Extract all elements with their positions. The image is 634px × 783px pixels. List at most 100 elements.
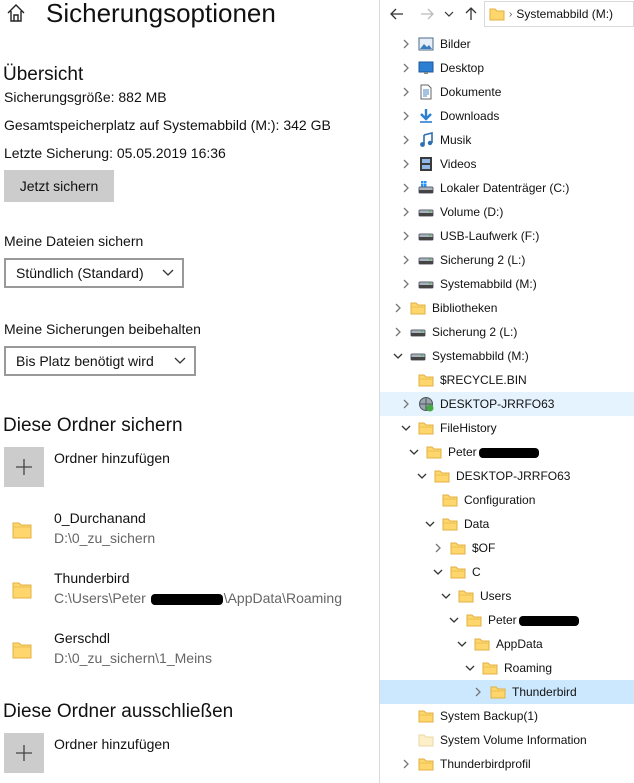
- plus-icon: [16, 745, 32, 761]
- forward-arrow-icon[interactable]: [420, 7, 434, 21]
- tree-item[interactable]: C: [380, 560, 634, 584]
- tree-item[interactable]: Bibliotheken: [380, 296, 634, 320]
- tree-item-text: $RECYCLE.BIN: [440, 373, 527, 387]
- chevron-right-icon[interactable]: [400, 110, 412, 122]
- add-exclude-folder-label[interactable]: Ordner hinzufügen: [54, 736, 170, 752]
- chevron-down-icon[interactable]: [400, 422, 412, 434]
- tree-item[interactable]: Roaming: [380, 656, 634, 680]
- chevron-right-icon[interactable]: [400, 182, 412, 194]
- tree-item[interactable]: FileHistory: [380, 416, 634, 440]
- chevron-down-icon[interactable]: [392, 350, 404, 362]
- tree-item[interactable]: USB-Laufwerk (F:): [380, 224, 634, 248]
- chevron-right-icon[interactable]: [392, 302, 404, 314]
- chevron-right-icon[interactable]: [400, 206, 412, 218]
- tree-item-label: Systemabbild (M:): [432, 349, 529, 363]
- chevron-right-icon[interactable]: [400, 86, 412, 98]
- tree-item[interactable]: Volume (D:): [380, 200, 634, 224]
- tree-item-label: AppData: [496, 637, 543, 651]
- chevron-right-icon[interactable]: [432, 542, 444, 554]
- overview-heading: Übersicht: [3, 64, 84, 85]
- tree-item[interactable]: System Volume Information: [380, 728, 634, 752]
- tree-item[interactable]: Thunderbird: [380, 680, 634, 704]
- chevron-down-icon[interactable]: [416, 470, 428, 482]
- chevron-right-icon[interactable]: [400, 278, 412, 290]
- address-bar[interactable]: › Systemabbild (M:): [484, 1, 634, 27]
- tree-item-label: Bibliotheken: [432, 301, 497, 315]
- tree-item[interactable]: Thunderbirdprofil: [380, 752, 634, 776]
- chevron-down-icon[interactable]: [448, 614, 460, 626]
- tree-item[interactable]: $OF: [380, 536, 634, 560]
- backup-options-panel: Sicherungsoptionen Übersicht Sicherungsg…: [0, 0, 379, 783]
- documents-icon: [420, 84, 432, 100]
- keep-backups-select[interactable]: Bis Platz benötigt wird: [4, 346, 196, 376]
- include-folder-item[interactable]: Thunderbird C:\Users\Peter \AppData\Roam…: [0, 568, 379, 612]
- chevron-down-icon[interactable]: [456, 638, 468, 650]
- tree-item[interactable]: Sicherung 2 (L:): [380, 320, 634, 344]
- chevron-right-icon[interactable]: [400, 758, 412, 770]
- tree-item[interactable]: Systemabbild (M:): [380, 272, 634, 296]
- tree-item[interactable]: DESKTOP-JRRFO63: [380, 464, 634, 488]
- tree-item[interactable]: Lokaler Datenträger (C:): [380, 176, 634, 200]
- chevron-right-icon[interactable]: [400, 134, 412, 146]
- tree-item[interactable]: Desktop: [380, 56, 634, 80]
- tree-item-text: Musik: [440, 133, 472, 147]
- tree-item[interactable]: Systemabbild (M:): [380, 344, 634, 368]
- chevron-down-icon[interactable]: [440, 590, 452, 602]
- chevron-right-icon[interactable]: [392, 326, 404, 338]
- chevron-down-icon[interactable]: [424, 518, 436, 530]
- redaction-mark: [150, 593, 223, 605]
- add-include-folder-label[interactable]: Ordner hinzufügen: [54, 450, 170, 466]
- back-arrow-icon[interactable]: [390, 7, 404, 21]
- chevron-right-icon[interactable]: [400, 158, 412, 170]
- chevron-right-icon[interactable]: [400, 230, 412, 242]
- tree-item[interactable]: Videos: [380, 152, 634, 176]
- backup-frequency-value: Stündlich (Standard): [16, 265, 144, 281]
- chevron-right-icon[interactable]: [472, 686, 484, 698]
- tree-item[interactable]: Musik: [380, 128, 634, 152]
- tree-item[interactable]: Sicherung 2 (L:): [380, 248, 634, 272]
- tree-item[interactable]: Peter: [380, 440, 634, 464]
- folder-light-icon: [418, 734, 434, 747]
- folder-icon: [12, 582, 32, 599]
- tree-item-label: Sicherung 2 (L:): [432, 325, 517, 339]
- include-folder-item[interactable]: 0_Durchanand D:\0_zu_sichern: [0, 508, 379, 552]
- add-include-folder-button[interactable]: [4, 447, 44, 487]
- backup-frequency-select[interactable]: Stündlich (Standard): [4, 258, 184, 288]
- tree-item-text: Systemabbild (M:): [432, 349, 529, 363]
- up-arrow-icon[interactable]: [464, 7, 478, 21]
- include-folder-path: C:\Users\Peter \AppData\Roaming: [54, 590, 342, 606]
- backup-now-button[interactable]: Jetzt sichern: [4, 170, 114, 202]
- tree-item[interactable]: Dokumente: [380, 80, 634, 104]
- chevron-right-icon[interactable]: [400, 38, 412, 50]
- tree-item[interactable]: System Backup(1): [380, 704, 634, 728]
- tree-item-label: DESKTOP-JRRFO63: [440, 397, 554, 411]
- tree-item-label: Lokaler Datenträger (C:): [440, 181, 569, 195]
- tree-item[interactable]: Data: [380, 512, 634, 536]
- tree-item[interactable]: $RECYCLE.BIN: [380, 368, 634, 392]
- tree-item-text: System Backup(1): [440, 709, 539, 723]
- home-icon[interactable]: [5, 2, 27, 24]
- chevron-right-icon[interactable]: [400, 398, 412, 410]
- tree-item[interactable]: Bilder: [380, 32, 634, 56]
- tree-item[interactable]: Peter: [380, 608, 634, 632]
- tree-item[interactable]: AppData: [380, 632, 634, 656]
- recent-locations-chevron-icon[interactable]: [444, 7, 454, 21]
- tree-item-label: Downloads: [440, 109, 499, 123]
- chevron-right-icon[interactable]: [400, 254, 412, 266]
- tree-item-text: Thunderbird: [512, 685, 577, 699]
- tree-item-label: USB-Laufwerk (F:): [440, 229, 539, 243]
- tree-item-label: $RECYCLE.BIN: [440, 373, 527, 387]
- chevron-down-icon[interactable]: [464, 662, 476, 674]
- tree-item[interactable]: Downloads: [380, 104, 634, 128]
- chevron-down-icon[interactable]: [432, 566, 444, 578]
- tree-item[interactable]: Configuration: [380, 488, 634, 512]
- tree-item[interactable]: Users: [380, 584, 634, 608]
- chevron-right-icon[interactable]: [400, 62, 412, 74]
- tree-item[interactable]: DESKTOP-JRRFO63: [380, 392, 634, 416]
- include-folder-item[interactable]: Gerschdl D:\0_zu_sichern\1_Meins: [0, 628, 379, 672]
- tree-item-label: DESKTOP-JRRFO63: [456, 469, 570, 483]
- redaction-mark: [518, 615, 579, 626]
- add-exclude-folder-button[interactable]: [4, 733, 44, 773]
- tree-item-text: USB-Laufwerk (F:): [440, 229, 540, 243]
- chevron-down-icon[interactable]: [408, 446, 420, 458]
